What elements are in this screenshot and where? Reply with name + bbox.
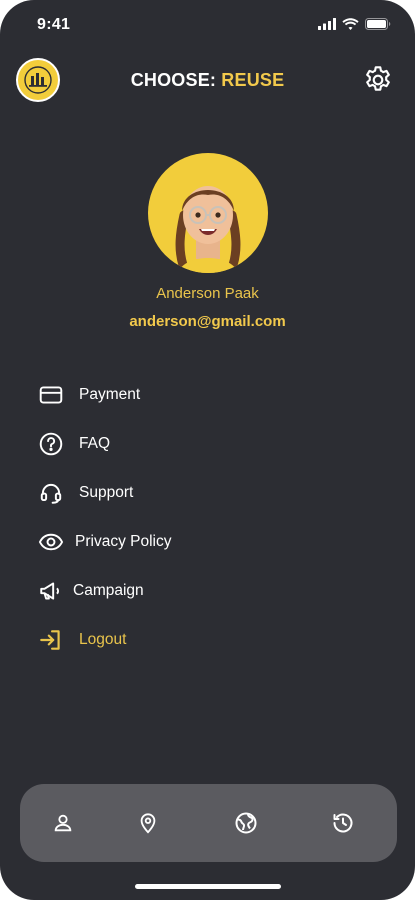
menu-item-label: FAQ — [79, 435, 111, 452]
eye-icon — [37, 528, 65, 556]
app-screen: 9:41 CHOOSE: REUSE Anderson Paak anderso… — [0, 0, 415, 900]
status-icons — [318, 18, 391, 30]
nav-location-button[interactable] — [133, 808, 163, 838]
user-icon — [54, 814, 72, 832]
status-bar: 9:41 — [0, 0, 415, 50]
nav-history-button[interactable] — [328, 808, 358, 838]
page-title: CHOOSE: REUSE — [0, 70, 415, 91]
avatar-illustration — [175, 186, 241, 273]
memoji-avatar[interactable] — [148, 153, 268, 273]
menu-item-label: Logout — [79, 631, 127, 648]
gear-icon — [366, 66, 390, 91]
title-accent: REUSE — [221, 70, 285, 90]
history-icon — [333, 813, 353, 833]
settings-button[interactable] — [361, 63, 395, 97]
wifi-icon — [342, 18, 359, 30]
menu-item-faq[interactable]: FAQ — [37, 426, 337, 462]
title-prefix: CHOOSE: — [130, 70, 222, 90]
menu-item-label: Privacy Policy — [75, 533, 172, 550]
logout-icon — [37, 626, 65, 654]
menu-item-payment[interactable]: Payment — [37, 377, 337, 413]
nav-globe-button[interactable] — [231, 808, 261, 838]
megaphone-icon — [37, 577, 65, 605]
profile-email: anderson@gmail.com — [129, 313, 286, 330]
battery-icon — [365, 18, 391, 30]
menu-item-label: Campaign — [73, 582, 144, 599]
credit-card-icon — [37, 381, 65, 409]
location-pin-icon — [140, 813, 156, 834]
menu-item-support[interactable]: Support — [37, 475, 337, 511]
menu-item-campaign[interactable]: Campaign — [37, 573, 337, 609]
profile-name: Anderson Paak — [156, 285, 259, 302]
menu-item-logout[interactable]: Logout — [37, 622, 337, 658]
signal-icon — [318, 18, 336, 30]
bottom-navigation — [20, 784, 397, 862]
nav-profile-button[interactable] — [48, 808, 78, 838]
status-time: 9:41 — [37, 16, 71, 33]
question-circle-icon — [37, 430, 65, 458]
home-indicator[interactable] — [135, 884, 281, 889]
headset-icon — [37, 479, 65, 507]
globe-icon — [235, 812, 257, 834]
menu-item-label: Payment — [79, 386, 141, 403]
menu-item-privacy-policy[interactable]: Privacy Policy — [37, 524, 337, 560]
menu-item-label: Support — [79, 484, 134, 501]
